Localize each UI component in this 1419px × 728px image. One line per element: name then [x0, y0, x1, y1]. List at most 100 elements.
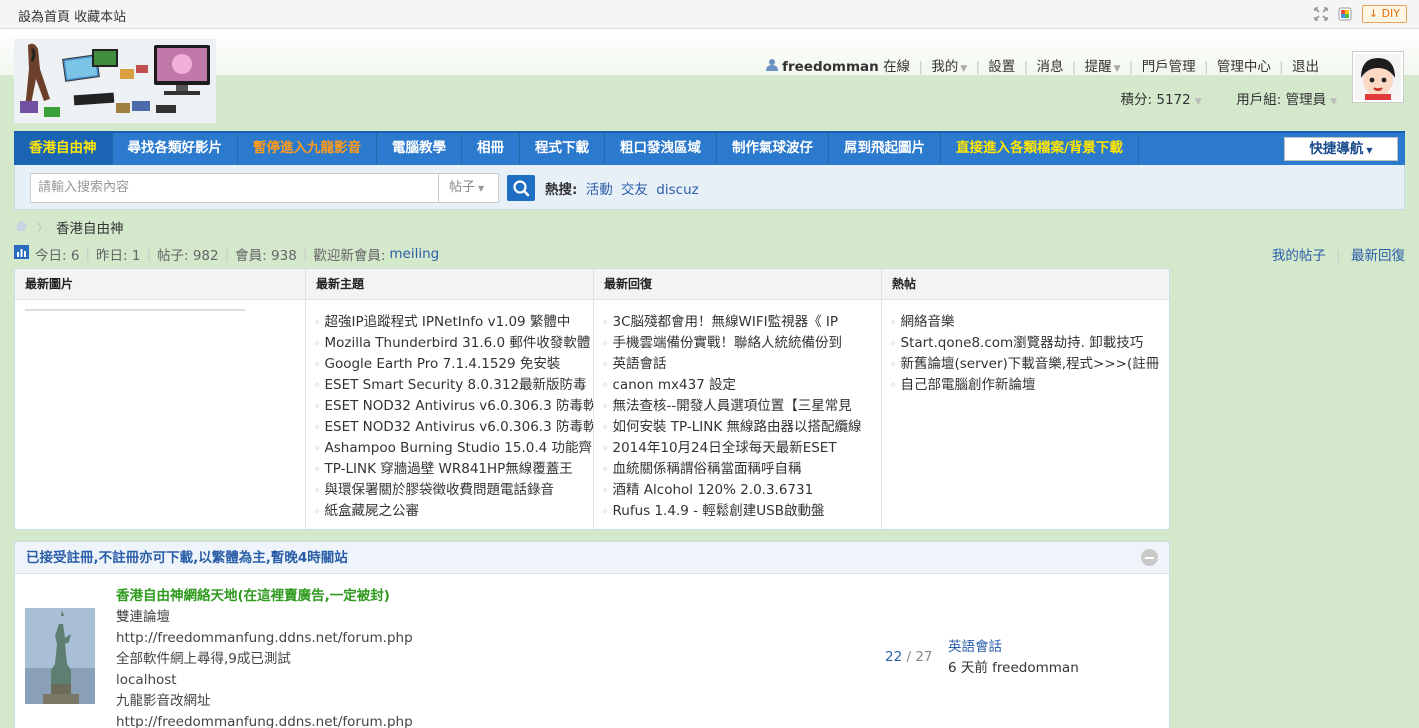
forum-desc-line: localhost	[116, 672, 177, 688]
forum-title-link[interactable]: 香港自由神網絡天地(在這裡賣廣告,一定被封)	[116, 584, 413, 604]
nav-item-downloads[interactable]: 程式下載	[520, 133, 605, 165]
last-post-meta: 6 天前 freedomman	[948, 660, 1079, 676]
header: freedomman 在線 | 我的 ▼ | 設置 | 消息 | 提醒 ▼ | 門戶…	[0, 29, 1419, 131]
list-item[interactable]: 英語會話	[602, 354, 881, 375]
separator: |	[302, 246, 308, 262]
list-item[interactable]: 自己部電腦創作新論壇	[890, 375, 1169, 396]
list-item[interactable]: Ashampoo Burning Studio 15.0.4 功能齊	[314, 438, 593, 459]
list-item[interactable]: 與環保署關於膠袋徵收費問題電話錄音	[314, 480, 593, 501]
separator: |	[975, 59, 980, 75]
list-item[interactable]: Start.qone8.com瀏覽器劫持. 卸載技巧	[890, 333, 1169, 354]
list-item[interactable]: TP-LINK 穿牆過壁 WR841HP無線覆蓋王	[314, 459, 593, 480]
logout-link[interactable]: 退出	[1292, 59, 1319, 75]
hot-term-activity[interactable]: 活動	[586, 182, 613, 198]
diy-button[interactable]: ↓ DIY	[1361, 5, 1407, 23]
last-post: 英語會話 6 天前 freedomman	[948, 637, 1079, 679]
points-label: 積分: 5172	[1120, 92, 1191, 108]
new-topics-list: 超強IP追蹤程式 IPNetInfo v1.09 繁體中 Mozilla Thu…	[306, 300, 594, 522]
messages-link[interactable]: 消息	[1036, 59, 1063, 75]
bookmark-site-link[interactable]: 收藏本站	[74, 10, 126, 25]
list-item[interactable]: ESET Smart Security 8.0.312最新版防毒	[314, 375, 593, 396]
chevron-down-icon: ▼	[1194, 97, 1202, 107]
chevron-down-icon: ▼	[960, 64, 968, 74]
my-menu-link[interactable]: 我的 ▼	[931, 59, 967, 75]
nav-item-funny-pics[interactable]: 屌到飛起圖片	[829, 133, 941, 165]
welcome-label: 歡迎新會員:	[313, 248, 386, 264]
nav-item-hk-freedom[interactable]: 香港自由神	[14, 133, 113, 165]
diy-label: DIY	[1381, 7, 1400, 20]
search-type-select[interactable]: 帖子 ▼	[438, 173, 499, 203]
list-item[interactable]: canon mx437 設定	[602, 375, 881, 396]
forum-desc-line: 雙連論壇	[116, 609, 170, 625]
points-link[interactable]: 積分: 5172 ▼	[1121, 92, 1202, 108]
set-homepage-link[interactable]: 設為首頁	[18, 10, 70, 25]
list-item[interactable]: 血統關係稱謂俗稱當面稱呼自稱	[602, 459, 881, 480]
list-item[interactable]: 酒精 Alcohol 120% 2.0.3.6731	[602, 480, 881, 501]
username-link[interactable]: freedomman	[782, 59, 879, 75]
hot-term-friends[interactable]: 交友	[621, 182, 648, 198]
list-item[interactable]: Google Earth Pro 7.1.4.1529 免安裝	[314, 354, 593, 375]
list-item[interactable]: Mozilla Thunderbird 31.6.0 郵件收發軟體	[314, 333, 593, 354]
nav-item-kowloon-av[interactable]: 暫停進入九龍影音	[238, 133, 377, 165]
hot-search: 熱搜: 活動 交友 discuz	[545, 178, 703, 198]
admin-center-link[interactable]: 管理中心	[1217, 59, 1271, 75]
user-menu: freedomman 在線 | 我的 ▼ | 設置 | 消息 | 提醒 ▼ | 門戶…	[765, 55, 1319, 75]
switch-width-icon[interactable]	[1314, 7, 1328, 21]
forum-icon-image[interactable]	[25, 608, 95, 704]
list-item[interactable]: 超強IP追蹤程式 IPNetInfo v1.09 繁體中	[314, 312, 593, 333]
chevron-down-icon: ▼	[1366, 146, 1373, 155]
portal-admin-link[interactable]: 門戶管理	[1142, 59, 1196, 75]
breadcrumb-current[interactable]: 香港自由神	[56, 217, 124, 237]
usergroup-label: 用戶組: 管理員	[1236, 92, 1327, 108]
usergroup-link[interactable]: 用戶組: 管理員 ▼	[1236, 92, 1337, 108]
list-item[interactable]: 手機雲端備份實戰！聯絡人統統備份到	[602, 333, 881, 354]
nav-item-album[interactable]: 相冊	[462, 133, 520, 165]
search-button[interactable]	[507, 175, 535, 201]
separator: |	[1128, 59, 1134, 75]
my-posts-link[interactable]: 我的帖子	[1272, 248, 1326, 264]
column-header: 熱帖	[882, 269, 1169, 300]
new-replies-link[interactable]: 最新回復	[1351, 248, 1405, 264]
list-item[interactable]: 如何安裝 TP-LINK 無線路由器以搭配纜線	[602, 417, 881, 438]
forum-category-block: 已接受註冊,不註冊亦可下載,以繁體為主,暫晚4時關站 香港自由神網絡天地(在這裡…	[14, 541, 1170, 728]
latest-pictures-column: 最新圖片	[15, 269, 305, 529]
online-status-link[interactable]: 在線	[883, 59, 910, 75]
stat-today: 今日: 6	[35, 248, 80, 264]
list-item[interactable]: 3C脳殘都會用！無線WIFI監視器《 IP	[602, 312, 881, 333]
nav-item-vent-zone[interactable]: 粗口發洩區域	[605, 133, 717, 165]
avatar[interactable]	[1352, 51, 1404, 103]
site-logo[interactable]	[14, 39, 216, 123]
nav-item-find-videos[interactable]: 尋找各類好影片	[113, 133, 238, 165]
search-icon	[513, 180, 530, 197]
list-item[interactable]: ESET NOD32 Antivirus v6.0.306.3 防毒軟	[314, 396, 594, 417]
collapse-icon[interactable]	[1141, 549, 1158, 566]
list-item[interactable]: Rufus 1.4.9 - 輕鬆創建USB啟動盤	[602, 501, 881, 522]
list-item[interactable]: 2014年10月24日全球每天最新ESET	[602, 438, 881, 459]
theme-palette-icon[interactable]	[1338, 7, 1352, 21]
my-menu-label: 我的	[931, 59, 959, 75]
count-separator: /	[906, 649, 916, 665]
nav-item-file-downloads[interactable]: 直接進入各類檔案/背景下載	[941, 133, 1139, 165]
list-item[interactable]: 新舊論壇(server)下載音樂,程式>>>(註冊	[890, 354, 1169, 375]
forum-stats: 今日: 6 | 昨日: 1 | 帖子: 982 | 會員: 938 | 歡迎新會…	[14, 244, 439, 264]
hot-search-label: 熱搜:	[545, 182, 578, 198]
new-member-link[interactable]: meiling	[389, 246, 439, 262]
list-item[interactable]: ESET NOD32 Antivirus v6.0.306.3 防毒軟	[314, 417, 594, 438]
quick-nav-label: 快捷導航	[1309, 141, 1364, 157]
quick-nav-button[interactable]: 快捷導航 ▼	[1284, 137, 1398, 161]
last-post-link[interactable]: 英語會話	[948, 637, 1079, 658]
list-item[interactable]: 紙盒藏屍之公審	[314, 501, 593, 522]
list-item[interactable]: 無法查核--開發人員選項位置【三星常見	[602, 396, 881, 417]
breadcrumb: 〉 香港自由神	[14, 217, 124, 237]
forum-category-header[interactable]: 已接受註冊,不註冊亦可下載,以繁體為主,暫晚4時關站	[15, 542, 1169, 574]
nav-item-pc-tutorial[interactable]: 電腦教學	[377, 133, 462, 165]
home-icon[interactable]	[14, 219, 29, 236]
settings-link[interactable]: 設置	[988, 59, 1015, 75]
separator: |	[146, 246, 151, 262]
hot-term-discuz[interactable]: discuz	[656, 182, 698, 198]
list-item[interactable]: 網絡音樂	[890, 312, 1169, 333]
nav-item-balloon[interactable]: 制作氣球波仔	[717, 133, 829, 165]
reminders-link[interactable]: 提醒 ▼	[1085, 59, 1121, 75]
portal-grid: 最新圖片 最新主題 超強IP追蹤程式 IPNetInfo v1.09 繁體中 M…	[14, 268, 1170, 530]
search-input[interactable]: 請輸入搜索內容	[30, 173, 439, 203]
